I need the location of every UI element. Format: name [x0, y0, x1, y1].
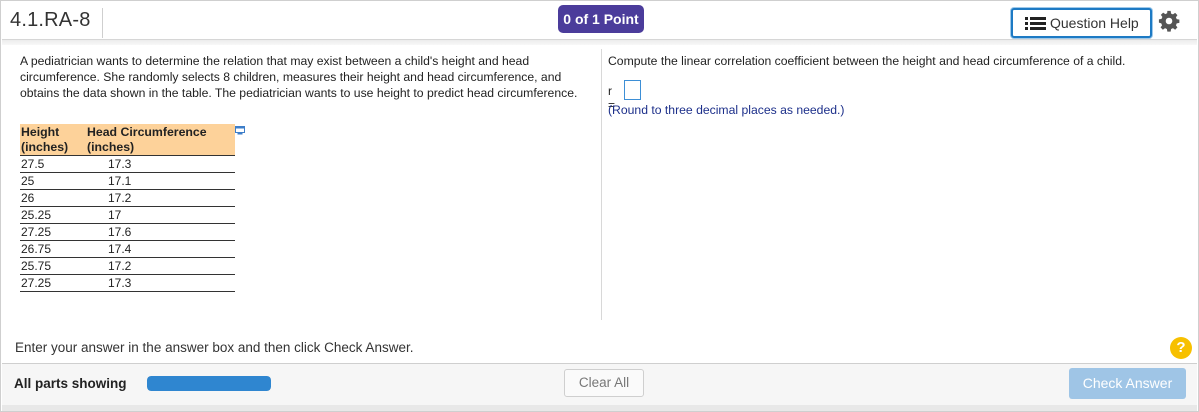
head-circumference-cell: 17: [84, 206, 235, 224]
clear-all-button[interactable]: Clear All: [564, 369, 644, 397]
parts-showing-label: All parts showing: [14, 376, 127, 391]
head-circumference-cell: 17.2: [84, 257, 235, 275]
panel-divider: [601, 49, 602, 320]
height-cell: 25.75: [20, 257, 84, 275]
answer-instruction: Compute the linear correlation coefficie…: [608, 54, 1126, 68]
table-row: 27.25 17.6: [20, 223, 235, 241]
column-header-head-circumference: Head Circumference (inches): [84, 124, 235, 156]
question-id: 4.1.RA-8: [10, 9, 91, 31]
table-row: 25.25 17: [20, 206, 235, 224]
answer-input[interactable]: [624, 80, 641, 100]
head-circumference-cell: 17.3: [84, 155, 235, 173]
height-cell: 27.25: [20, 223, 84, 241]
height-cell: 27.25: [20, 274, 84, 292]
head-circumference-cell: 17.1: [84, 172, 235, 190]
head-circumference-cell: 17.4: [84, 240, 235, 258]
head-circumference-cell: 17.2: [84, 189, 235, 207]
popout-icon[interactable]: [235, 126, 245, 135]
question-help-label: Question Help: [1050, 15, 1139, 31]
answer-panel: Compute the linear correlation coefficie…: [608, 53, 1178, 117]
progress-fill: [147, 376, 271, 391]
table-row: 25.75 17.2: [20, 257, 235, 275]
problem-statement: A pediatrician wants to determine the re…: [20, 54, 578, 100]
rounding-note: (Round to three decimal places as needed…: [608, 103, 845, 117]
question-frame: 4.1.RA-8 0 of 1 Point Question Help A pe…: [0, 0, 1199, 412]
help-icon[interactable]: ?: [1170, 337, 1192, 359]
table-row: 26 17.2: [20, 189, 235, 207]
progress-bar: [147, 376, 271, 391]
height-cell: 26.75: [20, 240, 84, 258]
list-icon: [1025, 17, 1046, 30]
height-cell: 25: [20, 172, 84, 190]
gear-icon[interactable]: [1158, 10, 1180, 32]
title-divider: [102, 8, 103, 38]
column-header-height: Height (inches): [20, 124, 84, 156]
height-cell: 27.5: [20, 155, 84, 173]
footer-bar: All parts showing Clear All Check Answer: [2, 363, 1197, 405]
head-circumference-cell: 17.3: [84, 274, 235, 292]
question-header: 4.1.RA-8 0 of 1 Point Question Help: [2, 2, 1197, 40]
check-answer-button[interactable]: Check Answer: [1069, 368, 1186, 399]
question-help-button[interactable]: Question Help: [1011, 8, 1152, 38]
table-row: 27.25 17.3: [20, 274, 235, 292]
table-row: 25 17.1: [20, 172, 235, 190]
bottom-band: [2, 405, 1197, 411]
problem-panel: A pediatrician wants to determine the re…: [20, 53, 590, 292]
table-row: 27.5 17.3: [20, 155, 235, 173]
height-cell: 26: [20, 189, 84, 207]
height-cell: 25.25: [20, 206, 84, 224]
head-circumference-cell: 17.6: [84, 223, 235, 241]
table-header-row: Height (inches) Head Circumference (inch…: [20, 124, 235, 156]
points-badge: 0 of 1 Point: [558, 5, 644, 33]
enter-answer-instruction: Enter your answer in the answer box and …: [15, 340, 414, 355]
header-divider: [2, 39, 1197, 45]
data-table: Height (inches) Head Circumference (inch…: [20, 124, 235, 292]
table-row: 26.75 17.4: [20, 240, 235, 258]
